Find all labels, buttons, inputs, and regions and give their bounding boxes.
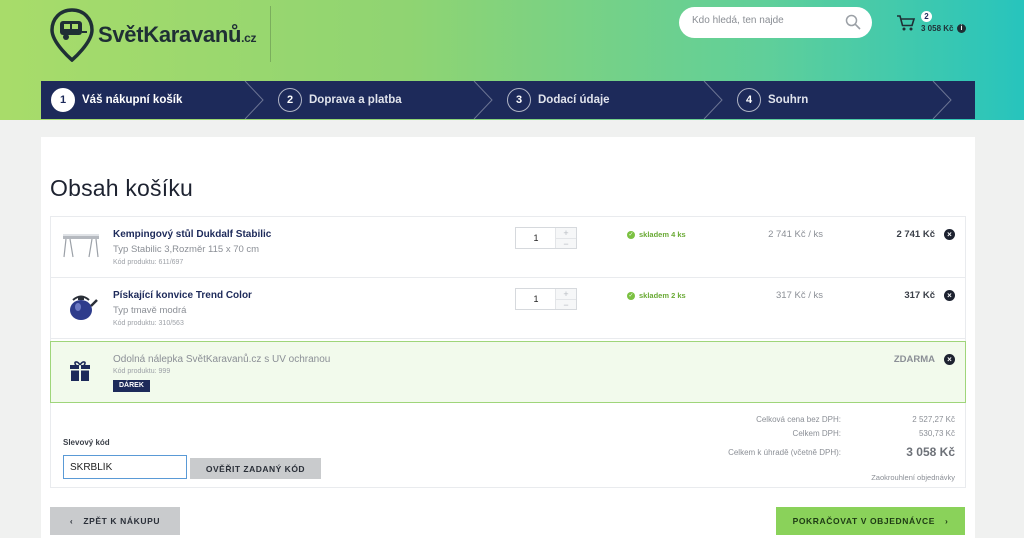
stock-status: ✓ skladem 4 ks [627, 230, 686, 239]
step-summary[interactable]: 4 Souhrn [737, 81, 808, 119]
header-divider [270, 6, 271, 62]
step-delivery[interactable]: 3 Dodací údaje [507, 81, 610, 119]
step-label: Souhrn [768, 94, 809, 106]
gift-code: Kód produktu: 999 [113, 368, 171, 375]
line-total: 317 Kč [904, 290, 935, 301]
line-total: 2 741 Kč [896, 229, 935, 240]
step-chevron-icon [932, 81, 952, 119]
gift-badge: DÁREK [113, 380, 150, 392]
rounding-note: Zaokrouhlení objednávky [871, 473, 955, 482]
map-pin-caravan-icon [50, 8, 94, 62]
summary-value: 530,73 Kč [918, 429, 955, 438]
chevron-right-icon: › [944, 516, 949, 526]
gift-icon [70, 361, 90, 381]
summary-label: Celkem k úhradě (včetně DPH): [728, 448, 841, 457]
step-label: Váš nákupní košík [82, 94, 183, 106]
verify-code-button[interactable]: OVĚŘIT ZADANÝ KÓD [190, 458, 321, 479]
step-number: 3 [507, 88, 531, 112]
quantity-value[interactable]: 1 [516, 289, 556, 309]
cart-widget[interactable]: 2 3 058 Kč i [896, 10, 976, 38]
product-code: Kód produktu: 611/697 [113, 259, 184, 266]
back-label: ZPĚT K NÁKUPU [83, 516, 161, 526]
quantity-stepper[interactable]: 1 + − [515, 227, 577, 249]
cart-items-table: Kempingový stůl Dukdalf Stabilic Typ Sta… [50, 216, 966, 488]
remove-item-icon[interactable]: × [944, 229, 955, 240]
cart-item-row: Kempingový stůl Dukdalf Stabilic Typ Sta… [51, 217, 965, 278]
summary-label: Celková cena bez DPH: [756, 415, 841, 424]
gift-price: ZDARMA [893, 354, 935, 365]
product-code: Kód produktu: 310/563 [113, 320, 184, 327]
product-variant: Typ Stabilic 3,Rozměr 115 x 70 cm [113, 244, 260, 255]
kettle-icon[interactable] [61, 288, 101, 322]
step-chevron-icon [473, 81, 493, 119]
gift-name: Odolná nálepka SvětKaravanů.cz s UV ochr… [113, 354, 331, 365]
quantity-stepper[interactable]: 1 + − [515, 288, 577, 310]
search-input[interactable] [692, 15, 842, 26]
increase-button[interactable]: + [556, 289, 576, 299]
decrease-button[interactable]: − [556, 299, 576, 310]
checkout-steps: 1 Váš nákupní košík 2 Doprava a platba 3… [41, 81, 975, 119]
decrease-button[interactable]: − [556, 238, 576, 249]
remove-item-icon[interactable]: × [944, 290, 955, 301]
logo-text: SvětKaravanů.cz [98, 22, 257, 47]
continue-label: POKRAČOVAT V OBJEDNÁVCE [792, 516, 935, 526]
step-chevron-icon [244, 81, 264, 119]
back-to-shop-button[interactable]: ‹ ZPĚT K NÁKUPU [50, 507, 180, 535]
step-label: Doprava a platba [309, 94, 402, 106]
summary-value: 2 527,27 Kč [912, 415, 955, 424]
summary-value: 3 058 Kč [906, 445, 955, 459]
product-name[interactable]: Pískající konvice Trend Color [113, 290, 252, 301]
remove-gift-icon[interactable]: × [944, 354, 955, 365]
step-number: 2 [278, 88, 302, 112]
quantity-value[interactable]: 1 [516, 228, 556, 248]
continue-order-button[interactable]: POKRAČOVAT V OBJEDNÁVCE › [776, 507, 965, 535]
discount-code-input[interactable] [63, 455, 187, 479]
increase-button[interactable]: + [556, 228, 576, 238]
check-icon: ✓ [627, 291, 635, 300]
step-label: Dodací údaje [538, 94, 610, 106]
cart-item-row: Pískající konvice Trend Color Typ tmavě … [51, 278, 965, 339]
step-chevron-icon [703, 81, 723, 119]
stock-status: ✓ skladem 2 ks [627, 291, 686, 300]
stock-text: skladem 4 ks [639, 230, 686, 239]
step-shipping[interactable]: 2 Doprava a platba [278, 81, 402, 119]
page-title: Obsah košíku [50, 175, 194, 201]
cart-count-badge: 2 [921, 11, 932, 22]
cart-card: Obsah košíku Kempingový stůl Dukdalf Sta… [41, 137, 975, 538]
step-number: 4 [737, 88, 761, 112]
step-cart[interactable]: 1 Váš nákupní košík [51, 81, 182, 119]
cart-total: 3 058 Kč [921, 24, 954, 33]
summary-label: Celkem DPH: [792, 429, 841, 438]
product-variant: Typ tmavě modrá [113, 305, 187, 316]
info-icon[interactable]: i [957, 24, 966, 33]
table-icon[interactable] [61, 227, 101, 261]
search-box[interactable] [679, 7, 872, 38]
unit-price: 2 741 Kč / ks [768, 229, 823, 240]
check-icon: ✓ [627, 230, 635, 239]
search-icon[interactable] [845, 14, 861, 30]
unit-price: 317 Kč / ks [776, 290, 823, 301]
discount-label: Slevový kód [63, 438, 110, 447]
step-number: 1 [51, 88, 75, 112]
logo[interactable]: SvětKaravanů.cz [50, 8, 257, 62]
cart-icon[interactable] [896, 14, 916, 32]
gift-row: Odolná nálepka SvětKaravanů.cz s UV ochr… [50, 341, 966, 403]
chevron-left-icon: ‹ [69, 516, 74, 526]
product-name[interactable]: Kempingový stůl Dukdalf Stabilic [113, 229, 271, 240]
stock-text: skladem 2 ks [639, 291, 686, 300]
